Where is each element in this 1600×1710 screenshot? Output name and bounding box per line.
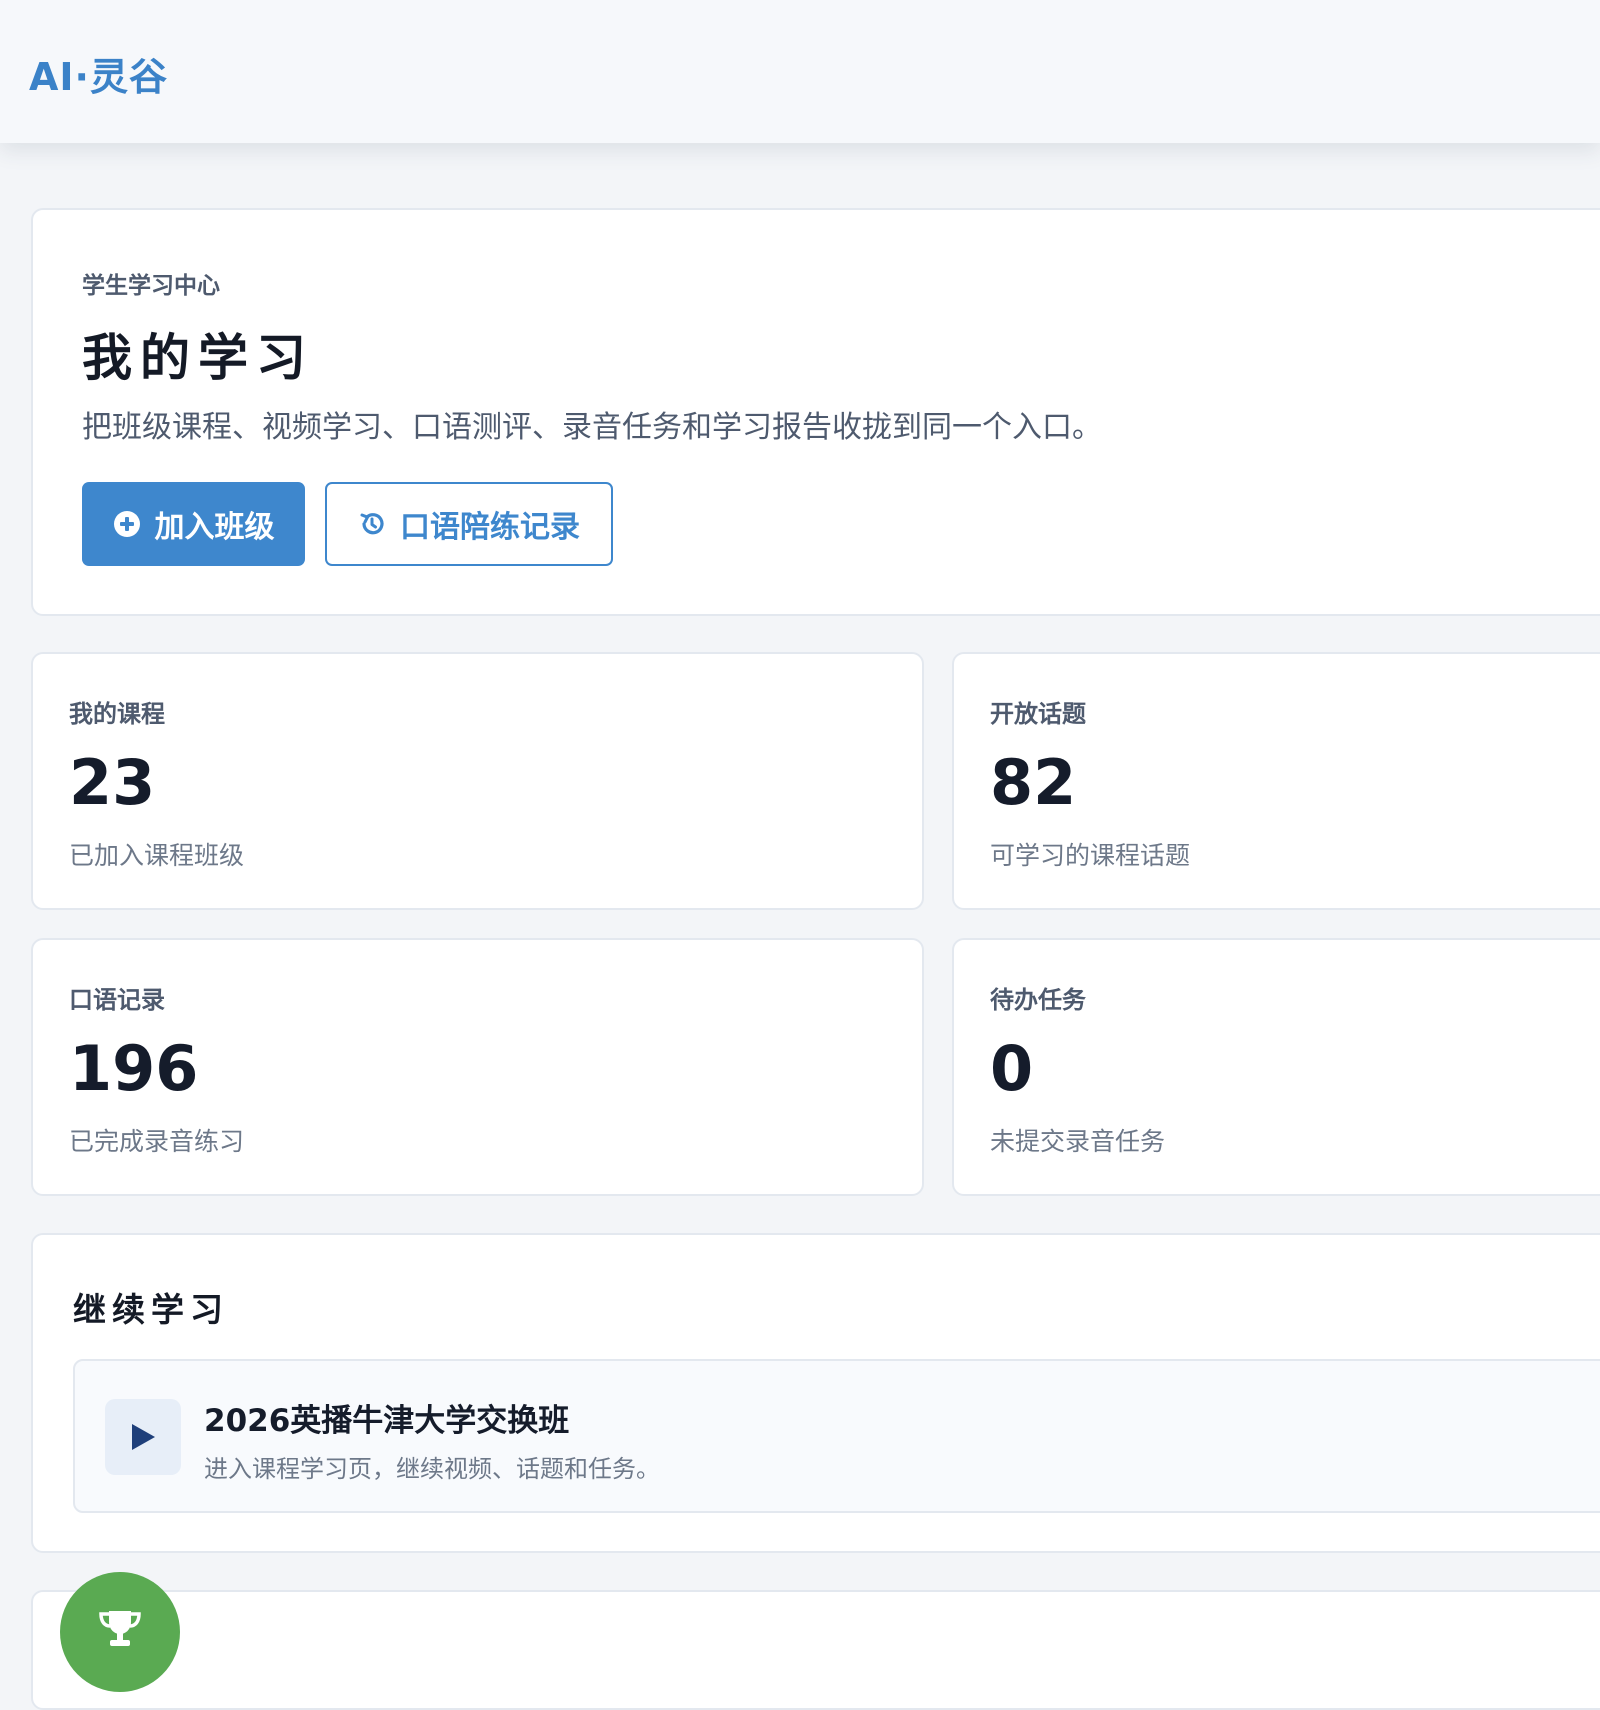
stat-subtitle: 已完成录音练习 bbox=[69, 1127, 245, 1156]
continue-course-item[interactable]: 2026英播牛津大学交换班 进入课程学习页，继续视频、话题和任务。 bbox=[73, 1359, 1600, 1513]
next-section-card bbox=[31, 1590, 1600, 1710]
page-title: 我的学习 bbox=[82, 328, 314, 387]
play-icon bbox=[132, 1424, 155, 1450]
join-class-label: 加入班级 bbox=[154, 510, 275, 545]
plus-circle-icon bbox=[113, 511, 140, 537]
stat-card-topics[interactable]: 开放话题 82 可学习的课程话题 bbox=[952, 652, 1600, 910]
stat-value: 0 bbox=[990, 1032, 1034, 1105]
join-class-button[interactable]: 加入班级 bbox=[82, 482, 305, 566]
section-title: 继续学习 bbox=[73, 1290, 229, 1329]
trophy-icon bbox=[99, 1611, 141, 1646]
play-tile bbox=[105, 1399, 181, 1475]
stat-card-pending-tasks[interactable]: 待办任务 0 未提交录音任务 bbox=[952, 938, 1600, 1196]
hero-card: 学生学习中心 我的学习 把班级课程、视频学习、口语测评、录音任务和学习报告收拢到… bbox=[31, 208, 1600, 616]
stat-card-speaking-records[interactable]: 口语记录 196 已完成录音练习 bbox=[31, 938, 924, 1196]
stat-value: 196 bbox=[69, 1032, 199, 1105]
stat-label: 开放话题 bbox=[990, 700, 1086, 728]
stat-card-courses[interactable]: 我的课程 23 已加入课程班级 bbox=[31, 652, 924, 910]
stat-value: 23 bbox=[69, 746, 156, 819]
top-navbar: AI·灵谷 bbox=[0, 0, 1600, 143]
brand-logo[interactable]: AI·灵谷 bbox=[29, 46, 168, 101]
stat-subtitle: 可学习的课程话题 bbox=[990, 841, 1191, 870]
course-title: 2026英播牛津大学交换班 bbox=[204, 1403, 570, 1439]
history-icon bbox=[360, 513, 384, 535]
stat-label: 待办任务 bbox=[990, 986, 1086, 1014]
stat-label: 口语记录 bbox=[69, 986, 165, 1014]
continue-learning-card: 继续学习 2026英播牛津大学交换班 进入课程学习页，继续视频、话题和任务。 bbox=[31, 1233, 1600, 1553]
stat-label: 我的课程 bbox=[69, 700, 165, 728]
trophy-fab-button[interactable] bbox=[60, 1572, 180, 1692]
hero-description: 把班级课程、视频学习、口语测评、录音任务和学习报告收拢到同一个入口。 bbox=[82, 410, 1102, 445]
hero-eyebrow: 学生学习中心 bbox=[82, 273, 220, 299]
speaking-records-label: 口语陪练记录 bbox=[400, 510, 580, 545]
course-description: 进入课程学习页，继续视频、话题和任务。 bbox=[204, 1455, 660, 1483]
stat-subtitle: 已加入课程班级 bbox=[69, 841, 245, 870]
stat-subtitle: 未提交录音任务 bbox=[990, 1127, 1166, 1156]
speaking-records-button[interactable]: 口语陪练记录 bbox=[325, 482, 613, 566]
stat-value: 82 bbox=[990, 746, 1077, 819]
